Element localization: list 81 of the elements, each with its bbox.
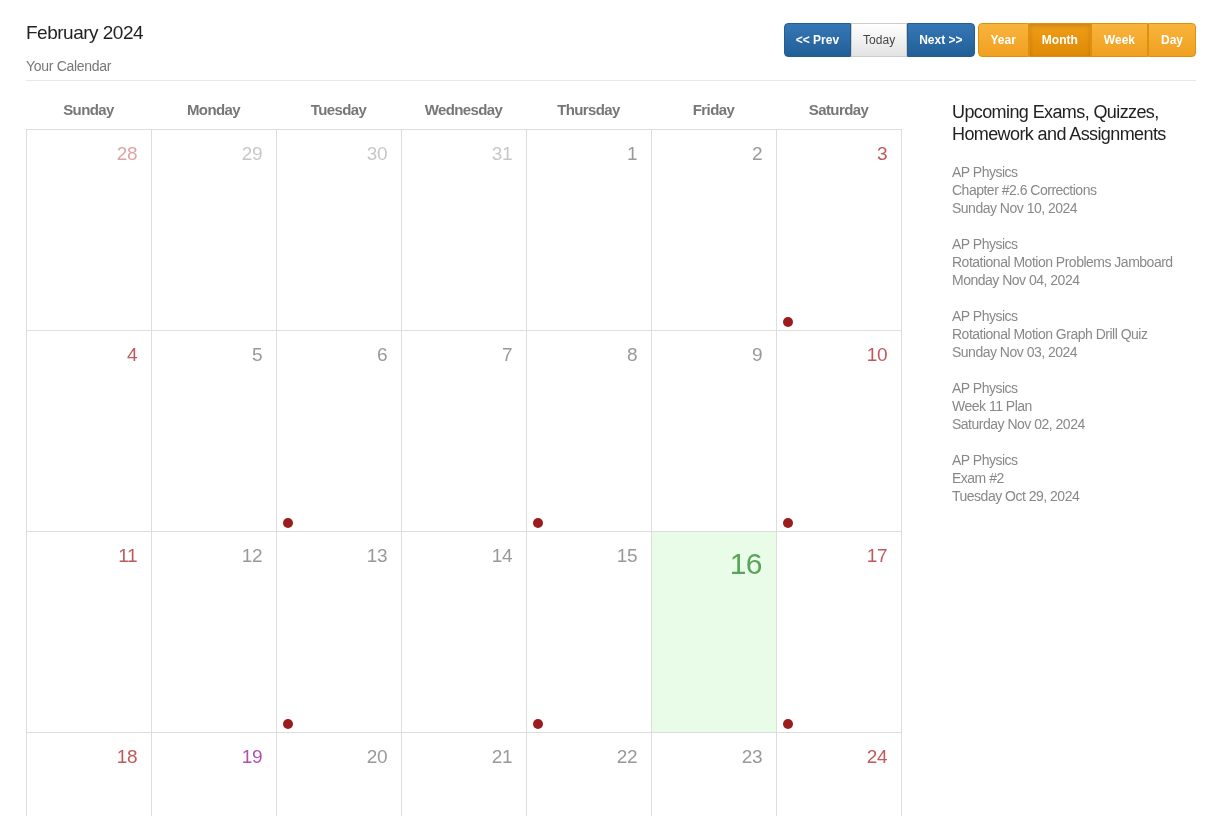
assignment-name: Week 11 Plan: [952, 397, 1033, 415]
due-date: Tuesday Oct 29, 2024: [952, 487, 1081, 505]
day-cell[interactable]: 31: [402, 130, 527, 331]
course-name: AP Physics: [952, 163, 1019, 181]
day-cell[interactable]: 3: [777, 130, 902, 331]
day-number: 13: [366, 545, 387, 567]
day-cell[interactable]: 5: [152, 331, 277, 532]
assignment-name: Rotational Motion Problems Jamboard: [952, 253, 1174, 271]
day-number: 23: [741, 746, 762, 768]
due-date: Monday Nov 04, 2024: [952, 271, 1081, 289]
day-number: 30: [366, 143, 387, 165]
day-cell[interactable]: 15: [527, 532, 652, 733]
day-number: 8: [626, 344, 637, 366]
day-number: 1: [626, 143, 637, 165]
weekday-header: Tuesday: [309, 101, 368, 120]
day-number: 17: [866, 545, 887, 567]
day-number: 21: [491, 746, 512, 768]
day-number: 10: [866, 344, 887, 366]
assignment-name: Chapter #2.6 Corrections: [952, 181, 1098, 199]
day-number: 31: [491, 143, 512, 165]
weekday-header: Friday: [691, 101, 736, 120]
course-name: AP Physics: [952, 307, 1019, 325]
weekday-header: Thursday: [556, 101, 621, 120]
day-cell[interactable]: 30: [277, 130, 402, 331]
day-cell[interactable]: 13: [277, 532, 402, 733]
day-number: 5: [251, 344, 262, 366]
day-cell[interactable]: 9: [652, 331, 777, 532]
upcoming-title: Upcoming Exams, Quizzes, Homework and Assignments: [952, 101, 1167, 145]
weekday-header: Sunday: [62, 101, 115, 120]
day-cell[interactable]: 6: [277, 331, 402, 532]
day-number: 6: [376, 344, 387, 366]
day-cell[interactable]: 17: [777, 532, 902, 733]
calendar-title: February 2024: [26, 22, 144, 44]
day-cell[interactable]: 10: [777, 331, 902, 532]
calendar-subtitle: Your Calendar: [26, 58, 113, 74]
view-tab[interactable]: Year: [977, 23, 1029, 57]
day-cell[interactable]: 8: [527, 331, 652, 532]
course-name: AP Physics: [952, 235, 1019, 253]
day-cell[interactable]: 1: [527, 130, 652, 331]
day-number: 9: [751, 344, 762, 366]
day-number: 28: [116, 143, 137, 165]
day-cell[interactable]: 2: [652, 130, 777, 331]
weekday-header: Saturday: [807, 101, 870, 120]
day-cell[interactable]: 12: [152, 532, 277, 733]
day-number: 12: [241, 545, 262, 567]
day-cell[interactable]: 7: [402, 331, 527, 532]
due-date: Sunday Nov 03, 2024: [952, 343, 1079, 361]
course-name: AP Physics: [952, 379, 1019, 397]
day-cell[interactable]: 4: [27, 331, 152, 532]
due-date: Sunday Nov 10, 2024: [952, 199, 1079, 217]
nav-button[interactable]: << Prev: [783, 23, 852, 57]
day-cell[interactable]: 29: [152, 130, 277, 331]
weekday-header: Monday: [185, 101, 242, 120]
nav-button[interactable]: Next >>: [907, 23, 975, 57]
view-tab[interactable]: Week: [1090, 23, 1148, 57]
day-cell[interactable]: 16: [652, 532, 777, 733]
day-cell[interactable]: 14: [402, 532, 527, 733]
day-number: 16: [729, 547, 762, 581]
day-number: 19: [241, 746, 262, 768]
due-date: Saturday Nov 02, 2024: [952, 415, 1086, 433]
day-number: 14: [491, 545, 512, 567]
day-number: 15: [616, 545, 637, 567]
day-number: 11: [118, 545, 137, 567]
day-number: 3: [876, 143, 887, 165]
view-tab[interactable]: Month: [1028, 23, 1091, 57]
weekday-header: Wednesday: [423, 101, 504, 120]
day-cell[interactable]: 11: [27, 532, 152, 733]
day-number: 20: [366, 746, 387, 768]
day-number: 2: [751, 143, 762, 165]
day-number: 7: [501, 344, 512, 366]
assignment-name: Exam #2: [952, 469, 1005, 487]
day-number: 24: [866, 746, 887, 768]
assignment-name: Rotational Motion Graph Drill Quiz: [952, 325, 1149, 343]
day-cell[interactable]: 28: [27, 130, 152, 331]
day-number: 4: [126, 344, 137, 366]
day-number: 18: [116, 746, 137, 768]
nav-button[interactable]: Today: [851, 23, 908, 57]
view-tab[interactable]: Day: [1148, 23, 1196, 57]
course-name: AP Physics: [952, 451, 1019, 469]
day-number: 22: [616, 746, 637, 768]
day-number: 29: [241, 143, 262, 165]
